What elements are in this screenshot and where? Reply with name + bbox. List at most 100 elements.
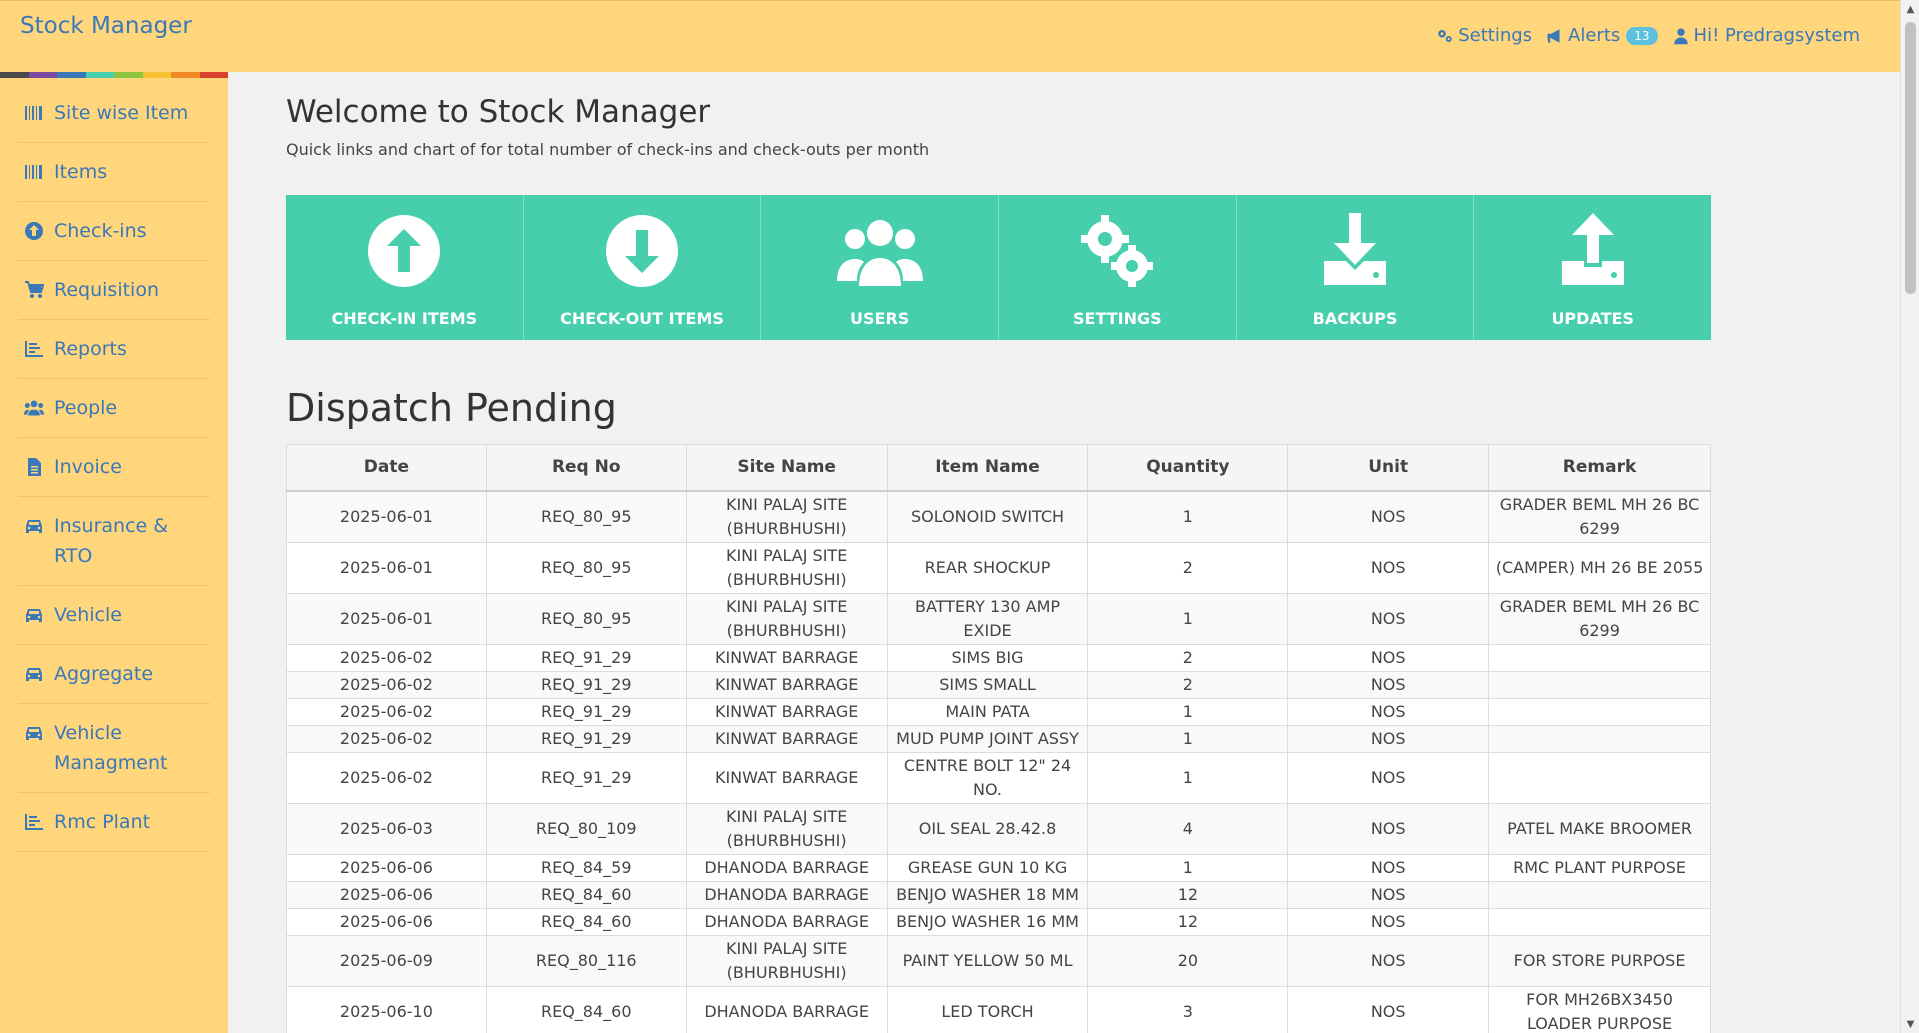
sidebar-item-site-wise-item[interactable]: Site wise Item bbox=[18, 78, 210, 143]
tile-updates[interactable]: UPDATES bbox=[1474, 195, 1711, 340]
table-row: 2025-06-10 REQ_84_60 DHANODA BARRAGE LED TO… bbox=[286, 985, 1711, 1033]
download-icon bbox=[1324, 213, 1387, 285]
table-cell: REQ_91_29 bbox=[485, 751, 687, 804]
table-header-row: Date Req No Site Name Item Name Quantity… bbox=[286, 444, 1711, 492]
column-header[interactable]: Site Name bbox=[685, 444, 888, 492]
alerts-link[interactable]: Alerts 13 bbox=[1546, 25, 1658, 46]
table-row: 2025-06-02 REQ_91_29 KINWAT BARRAGE SIMS BI… bbox=[286, 643, 1711, 672]
scrollbar-thumb[interactable] bbox=[1905, 22, 1916, 294]
settings-link[interactable]: Settings bbox=[1436, 25, 1532, 46]
table-cell: REQ_80_116 bbox=[485, 934, 687, 987]
table-cell: SIMS SMALL bbox=[886, 670, 1089, 699]
sidebar-item-label: Insurance & RTO bbox=[54, 515, 169, 567]
column-header[interactable]: Item Name bbox=[886, 444, 1089, 492]
table-cell: (CAMPER) MH 26 BE 2055 bbox=[1488, 541, 1711, 594]
sidebar-item-label: Items bbox=[54, 161, 108, 183]
sidebar-item-insurance-rto[interactable]: Insurance & RTO bbox=[18, 497, 210, 586]
scroll-up-arrow[interactable]: ▲ bbox=[1901, 0, 1919, 18]
table-cell: DHANODA BARRAGE bbox=[685, 907, 888, 936]
table-cell: GREASE GUN 10 KG bbox=[886, 853, 1089, 882]
table-cell: NOS bbox=[1287, 802, 1490, 855]
table-cell: NOS bbox=[1287, 934, 1490, 987]
sidebar-item-items[interactable]: Items bbox=[18, 143, 210, 202]
tile-settings[interactable]: SETTINGS bbox=[999, 195, 1237, 340]
column-header[interactable]: Date bbox=[286, 444, 487, 492]
sidebar-item-invoice[interactable]: Invoice bbox=[18, 438, 210, 497]
table-cell: NOS bbox=[1287, 985, 1490, 1033]
table-cell bbox=[1488, 907, 1711, 936]
table-cell: 2025-06-06 bbox=[286, 907, 487, 936]
tile-backups[interactable]: BACKUPS bbox=[1237, 195, 1475, 340]
table-cell bbox=[1488, 724, 1711, 753]
table-cell: KINWAT BARRAGE bbox=[685, 670, 888, 699]
sidebar-item-label: Invoice bbox=[54, 456, 122, 478]
table-cell: 1 bbox=[1087, 490, 1289, 543]
tile-check-out-items[interactable]: CHECK-OUT ITEMS bbox=[524, 195, 762, 340]
table-cell: KINI PALAJ SITE (BHURBHUSHI) bbox=[685, 541, 888, 594]
sidebar-item-reports[interactable]: Reports bbox=[18, 320, 210, 379]
table-cell: NOS bbox=[1287, 853, 1490, 882]
tile-users[interactable]: USERS bbox=[761, 195, 1000, 340]
table-cell: REQ_91_29 bbox=[485, 724, 687, 753]
table-cell: REQ_91_29 bbox=[485, 670, 687, 699]
sidebar-item-vehicle-managment[interactable]: Vehicle Managment bbox=[18, 704, 210, 793]
table-cell: 3 bbox=[1087, 985, 1289, 1033]
table-cell: RMC PLANT PURPOSE bbox=[1488, 853, 1711, 882]
sidebar-item-label: Aggregate bbox=[54, 663, 154, 685]
table-cell: SOLONOID SWITCH bbox=[886, 490, 1089, 543]
column-header[interactable]: Remark bbox=[1488, 444, 1711, 492]
sidebar-item-check-ins[interactable]: Check-ins bbox=[18, 202, 210, 261]
column-header[interactable]: Quantity bbox=[1087, 444, 1289, 492]
table-cell: KINWAT BARRAGE bbox=[685, 643, 888, 672]
sidebar-item-rmc-plant[interactable]: Rmc Plant bbox=[18, 793, 210, 852]
table-cell: 2025-06-06 bbox=[286, 880, 487, 909]
page-title: Welcome to Stock Manager bbox=[286, 94, 711, 130]
table-cell: KINWAT BARRAGE bbox=[685, 697, 888, 726]
alerts-count-badge: 13 bbox=[1626, 26, 1658, 45]
sidebar-item-people[interactable]: People bbox=[18, 379, 210, 438]
table-cell: PAINT YELLOW 50 ML bbox=[886, 934, 1089, 987]
cogs-icon bbox=[1081, 215, 1154, 287]
barcode-icon bbox=[25, 106, 42, 120]
table-cell: DHANODA BARRAGE bbox=[685, 985, 888, 1033]
table-cell: KINI PALAJ SITE (BHURBHUSHI) bbox=[685, 934, 888, 987]
user-menu[interactable]: Hi! Predragsystem bbox=[1672, 25, 1860, 46]
car-icon bbox=[26, 727, 42, 740]
sidebar-item-aggregate[interactable]: Aggregate bbox=[18, 645, 210, 704]
table-cell: REQ_84_60 bbox=[485, 880, 687, 909]
table-cell: MAIN PATA bbox=[886, 697, 1089, 726]
table-cell bbox=[1488, 670, 1711, 699]
sidebar-item-vehicle[interactable]: Vehicle bbox=[18, 586, 210, 645]
users-icon bbox=[836, 220, 923, 286]
chart-icon bbox=[25, 814, 43, 830]
table-cell: BENJO WASHER 18 MM bbox=[886, 880, 1089, 909]
brand-title[interactable]: Stock Manager bbox=[20, 13, 192, 39]
table-cell: KINI PALAJ SITE (BHURBHUSHI) bbox=[685, 802, 888, 855]
tile-label: SETTINGS bbox=[1073, 309, 1162, 328]
sidebar-item-label: Check-ins bbox=[54, 220, 147, 242]
dispatch-pending-table: Date Req No Site Name Item Name Quantity… bbox=[286, 444, 1711, 1033]
column-header[interactable]: Unit bbox=[1287, 444, 1490, 492]
table-cell: 2025-06-03 bbox=[286, 802, 487, 855]
table-row: 2025-06-03 REQ_80_109 KINI PALAJ SITE (BHU… bbox=[286, 802, 1711, 855]
sidebar-item-requisition[interactable]: Requisition bbox=[18, 261, 210, 320]
table-cell: NOS bbox=[1287, 751, 1490, 804]
table-cell bbox=[1488, 643, 1711, 672]
table-cell: BATTERY 130 AMP EXIDE bbox=[886, 592, 1089, 645]
table-cell: REAR SHOCKUP bbox=[886, 541, 1089, 594]
table-cell: NOS bbox=[1287, 490, 1490, 543]
column-header[interactable]: Req No bbox=[485, 444, 687, 492]
table-cell: REQ_80_95 bbox=[485, 541, 687, 594]
page-scrollbar[interactable]: ▲ ▼ bbox=[1900, 0, 1919, 1033]
tile-check-in-items[interactable]: CHECK-IN ITEMS bbox=[286, 195, 524, 340]
table-cell: 1 bbox=[1087, 697, 1289, 726]
sidebar-menu: Site wise Item Items Check-ins Requisiti… bbox=[0, 78, 228, 852]
table-cell: 1 bbox=[1087, 724, 1289, 753]
table-cell: MUD PUMP JOINT ASSY bbox=[886, 724, 1089, 753]
table-cell: NOS bbox=[1287, 592, 1490, 645]
top-header: Stock Manager Settings Alerts 13 Hi! Pre… bbox=[0, 0, 1900, 72]
sidebar-item-label: Reports bbox=[54, 338, 127, 360]
tile-label: USERS bbox=[850, 309, 910, 328]
table-cell bbox=[1488, 697, 1711, 726]
scroll-down-arrow[interactable]: ▼ bbox=[1901, 1015, 1919, 1033]
